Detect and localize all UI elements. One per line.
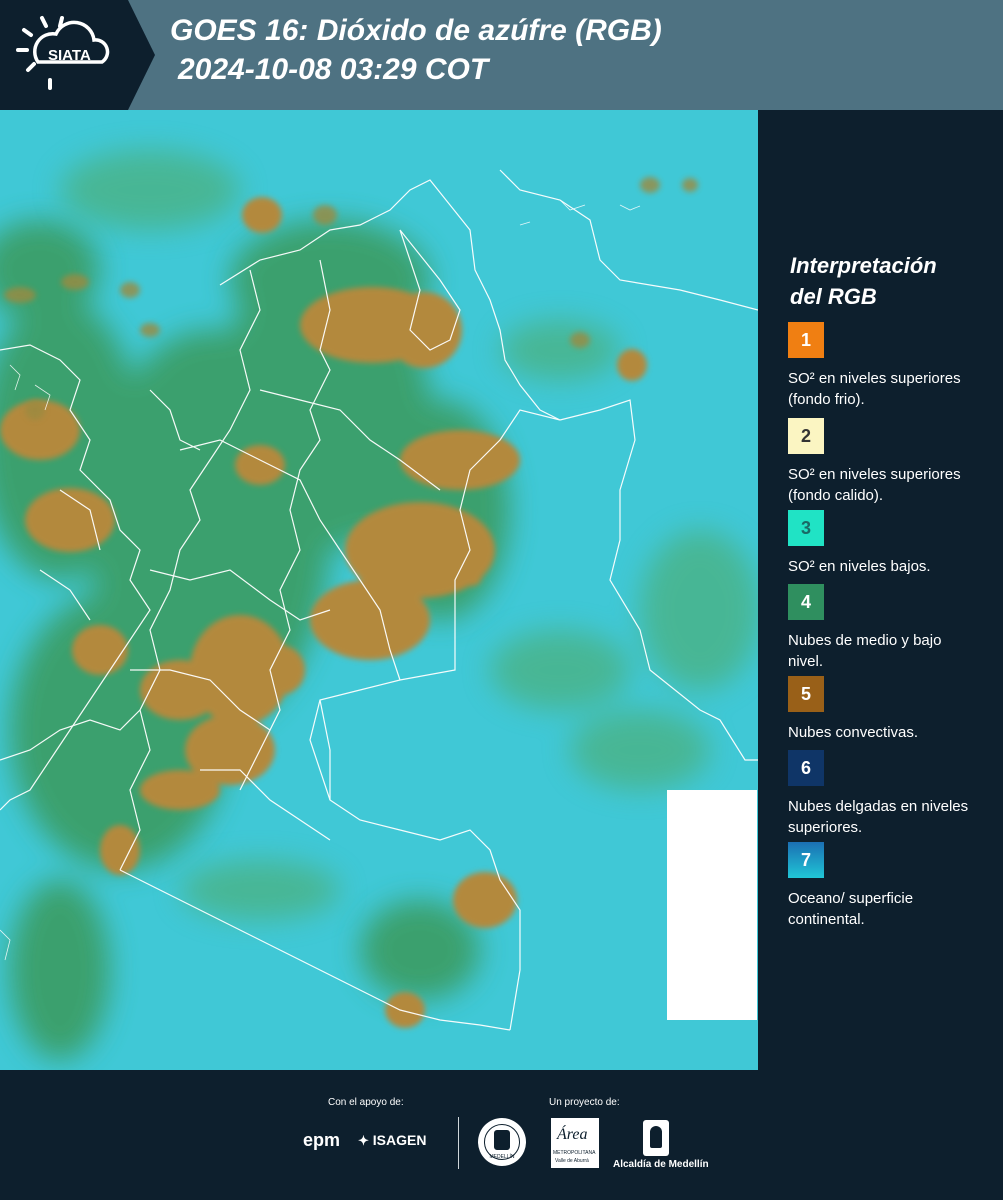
legend-swatch: 4 [788, 584, 824, 620]
legend-swatch: 2 [788, 418, 824, 454]
alcaldia-label[interactable]: Alcaldía de Medellín [613, 1159, 709, 1170]
medellin-seal[interactable]: MEDELLÍN [478, 1118, 526, 1166]
isagen-icon: ✦ [358, 1133, 369, 1148]
siata-logo[interactable]: SIATA [0, 0, 155, 110]
legend-item-7: 7 Oceano/ superficie continental. [788, 842, 988, 930]
legend-label: Nubes de medio y bajo nivel. [788, 632, 942, 670]
blank-area [667, 790, 757, 1020]
legend-item-6: 6 Nubes delgadas en niveles superiores. [788, 750, 988, 838]
epm-logo[interactable]: epm [303, 1130, 340, 1151]
footer: Con el apoyo de: Un proyecto de: epm ✦ I… [0, 1070, 1003, 1200]
satellite-map[interactable] [0, 110, 758, 1070]
project-label: Un proyecto de: [549, 1097, 620, 1108]
legend-swatch: 6 [788, 750, 824, 786]
legend-label: SO² en niveles bajos. [788, 558, 931, 575]
page-title: GOES 16: Dióxido de azúfre (RGB) [170, 14, 662, 47]
legend-label: SO² en niveles superiores (fondo calido)… [788, 466, 961, 504]
legend-label: SO² en niveles superiores (fondo frio). [788, 370, 961, 408]
area-metropolitana-logo[interactable]: Área METROPOLITANA Valle de Aburrá [551, 1118, 599, 1168]
legend-item-3: 3 SO² en niveles bajos. [788, 510, 988, 577]
header-bar: SIATA GOES 16: Dióxido de azúfre (RGB) 2… [0, 0, 1003, 110]
legend-swatch: 3 [788, 510, 824, 546]
isagen-logo[interactable]: ✦ ISAGEN [358, 1132, 426, 1149]
page-timestamp: 2024-10-08 03:29 COT [178, 53, 489, 86]
legend-label: Oceano/ superficie continental. [788, 890, 914, 928]
legend-label: Nubes delgadas en niveles superiores. [788, 798, 969, 836]
legend-swatch: 5 [788, 676, 824, 712]
legend-item-1: 1 SO² en niveles superiores (fondo frio)… [788, 322, 988, 410]
legend-title: Interpretación del RGB [790, 253, 937, 309]
legend-item-5: 5 Nubes convectivas. [788, 676, 988, 743]
alcaldia-icon [643, 1120, 669, 1156]
legend-label: Nubes convectivas. [788, 724, 919, 741]
svg-text:SIATA: SIATA [48, 47, 91, 64]
footer-divider [458, 1117, 459, 1169]
legend-item-4: 4 Nubes de medio y bajo nivel. [788, 584, 988, 672]
legend-swatch: 7 [788, 842, 824, 878]
legend-swatch: 1 [788, 322, 824, 358]
support-label: Con el apoyo de: [328, 1097, 404, 1108]
legend-item-2: 2 SO² en niveles superiores (fondo calid… [788, 418, 988, 506]
